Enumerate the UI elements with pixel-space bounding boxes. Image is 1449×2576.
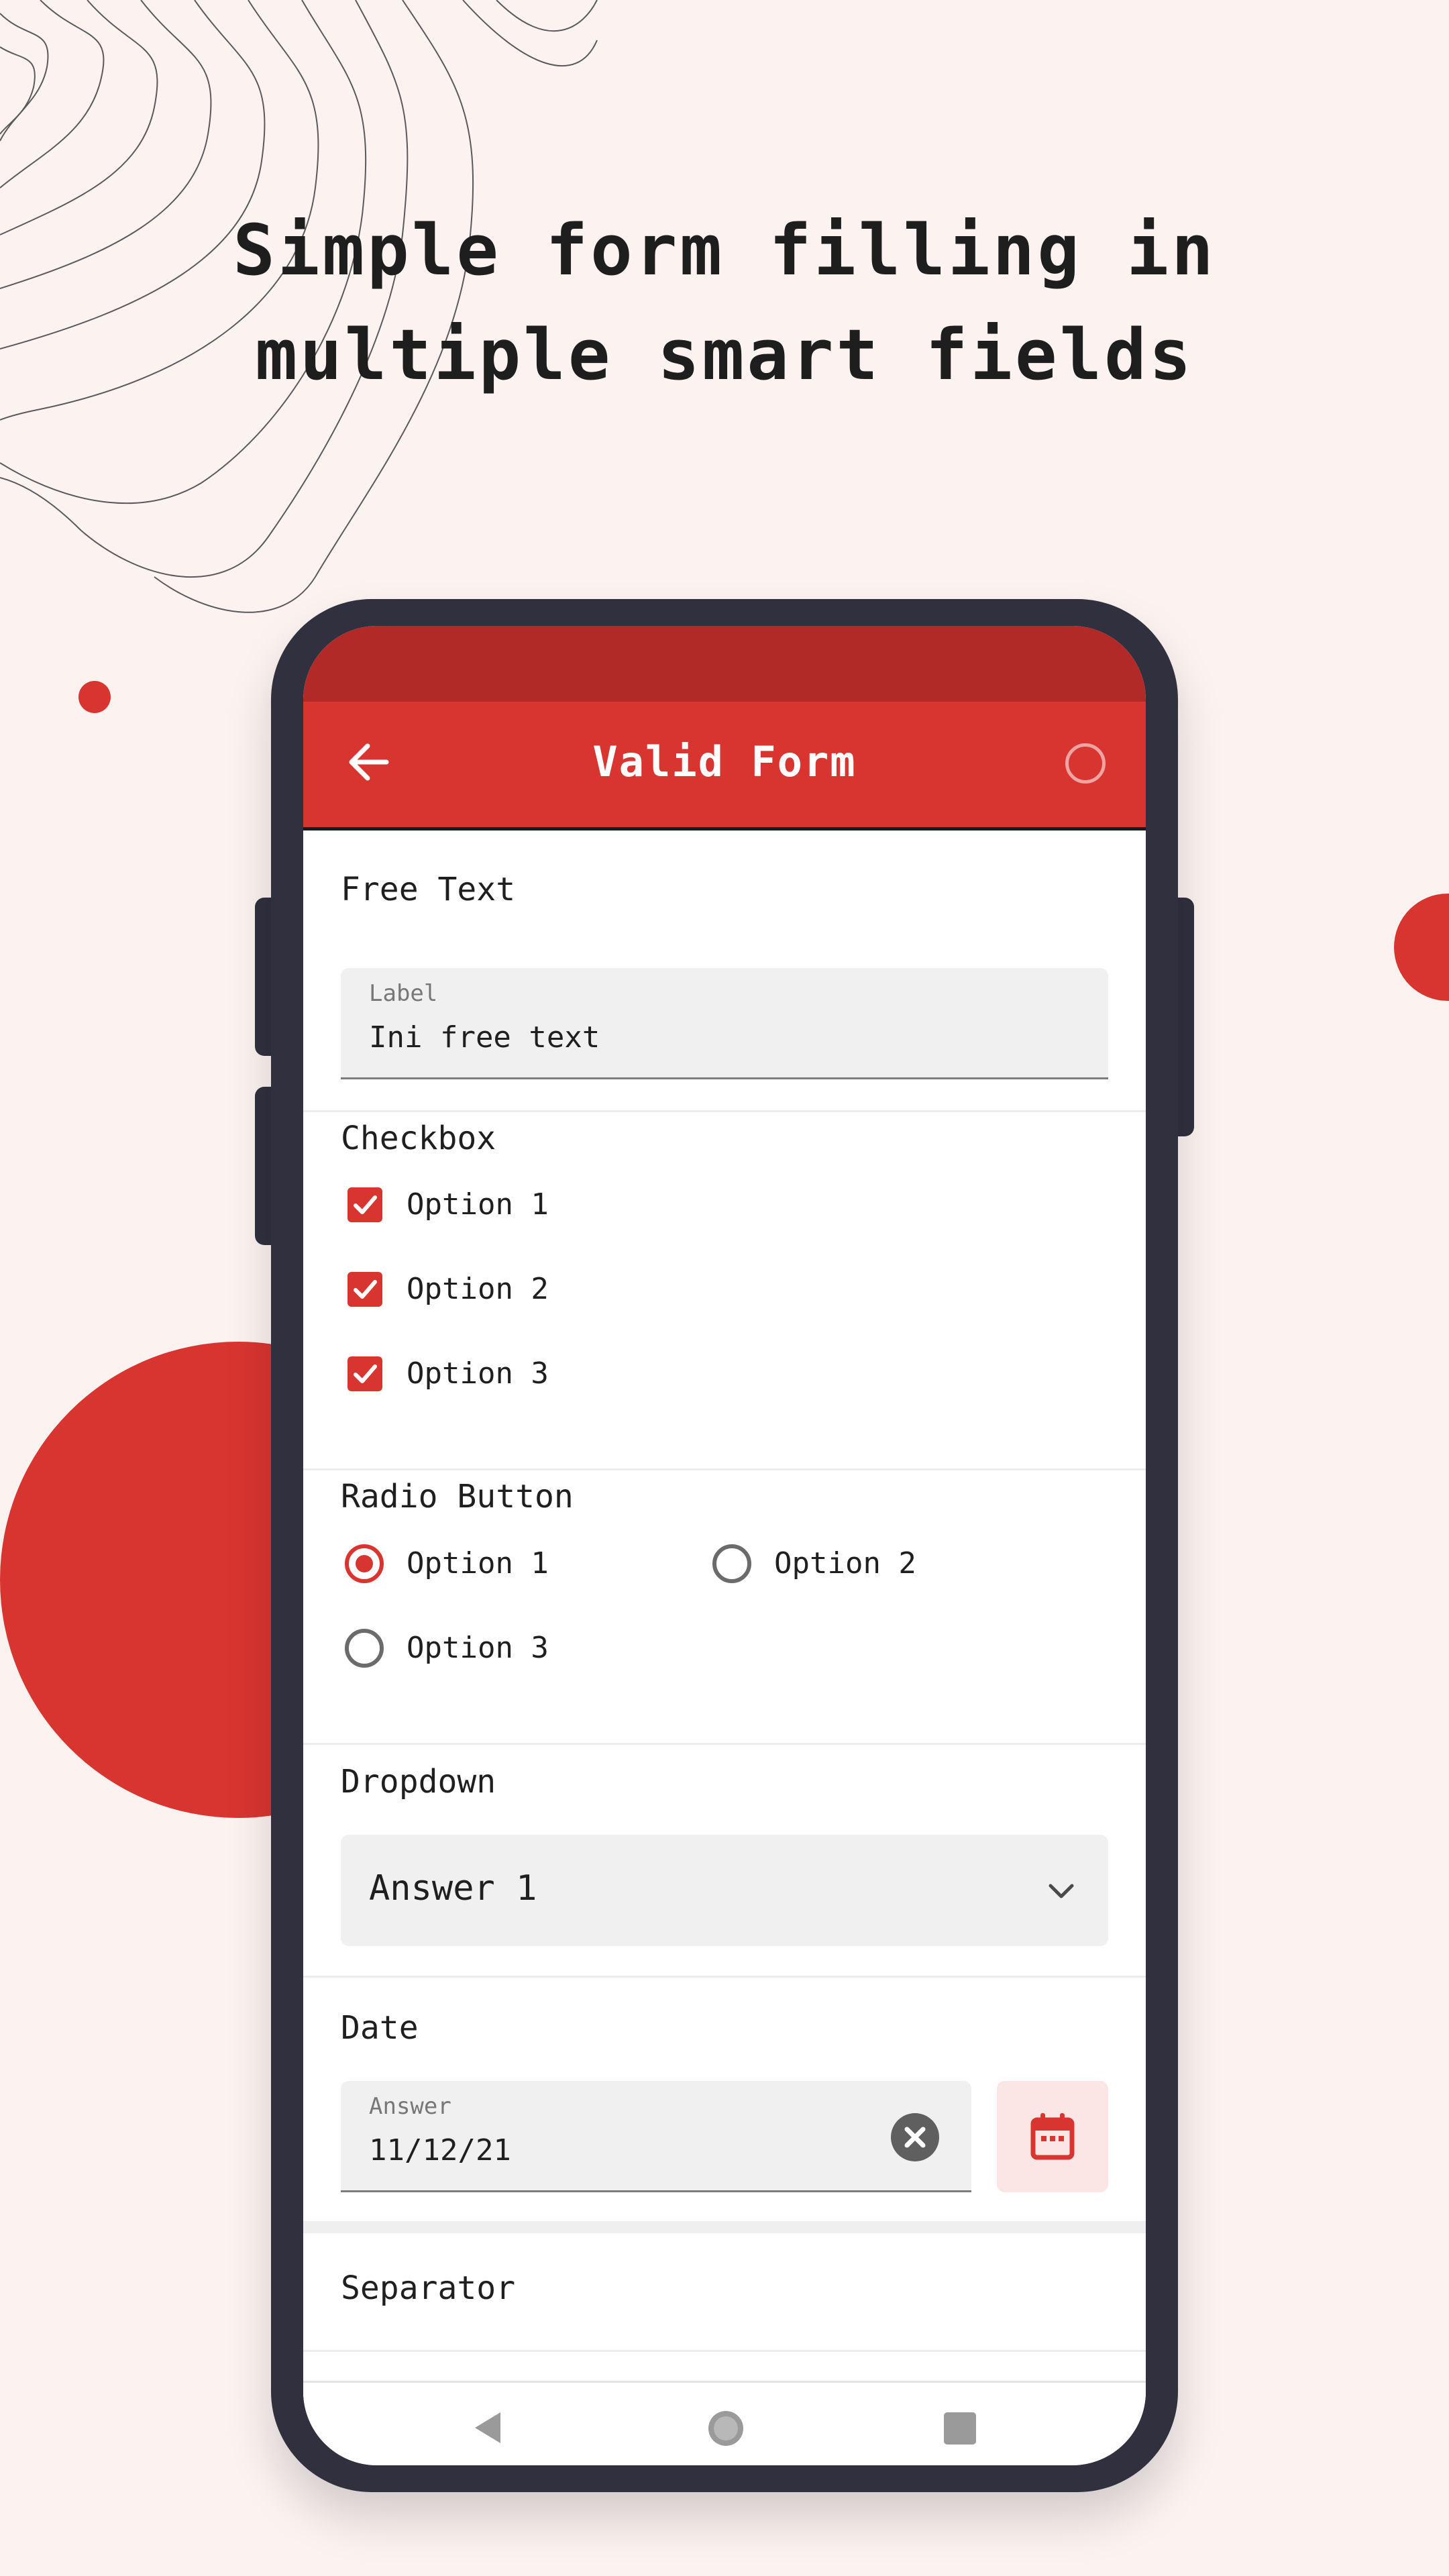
date-value: 11/12/21 [369, 2133, 511, 2167]
chevron-down-icon [1049, 1884, 1074, 1898]
status-bar [303, 626, 1146, 702]
divider [303, 1743, 1146, 1745]
checkbox-option-1[interactable] [347, 1187, 382, 1222]
clear-icon[interactable] [891, 2113, 939, 2161]
recents-square-icon[interactable] [944, 2412, 976, 2445]
check-icon [354, 1280, 377, 1299]
dropdown-title: Dropdown [341, 1763, 496, 1801]
back-triangle-icon[interactable] [471, 2410, 503, 2446]
free-text-label: Label [369, 980, 438, 1007]
date-label: Answer [369, 2093, 451, 2120]
checkbox-option-3[interactable] [347, 1356, 382, 1391]
radio-option-2-label: Option 2 [774, 1546, 916, 1580]
calendar-icon [1030, 2113, 1075, 2160]
radio-option-3[interactable] [345, 1629, 384, 1668]
radio-option-1[interactable] [345, 1544, 384, 1583]
free-text-field[interactable]: Label Ini free text [341, 968, 1108, 1079]
dropdown-value: Answer 1 [369, 1868, 537, 1909]
phone-frame: Valid Form Free Text Label Ini free text… [271, 599, 1178, 2492]
date-title: Date [341, 2009, 419, 2047]
headline-line-2: multiple smart fields [255, 314, 1194, 396]
checkbox-option-2-label: Option 2 [407, 1272, 549, 1306]
divider [303, 1976, 1146, 1978]
radio-option-2[interactable] [712, 1544, 751, 1583]
decorative-dot [78, 681, 111, 713]
separator-title: Separator [341, 2269, 516, 2307]
free-text-title: Free Text [341, 871, 516, 908]
radio-title: Radio Button [341, 1478, 574, 1515]
separator-line [303, 2350, 1146, 2352]
app-bar: Valid Form [303, 702, 1146, 830]
system-nav-bar [303, 2381, 1146, 2465]
divider [303, 1468, 1146, 1470]
calendar-button[interactable] [997, 2081, 1108, 2192]
radio-option-1-label: Option 1 [407, 1546, 549, 1580]
check-icon [354, 1364, 377, 1383]
free-text-value: Ini free text [369, 1020, 600, 1055]
radio-option-3-label: Option 3 [407, 1631, 549, 1665]
check-icon [354, 1195, 377, 1214]
headline-line-1: Simple form filling in [233, 209, 1216, 291]
checkbox-title: Checkbox [341, 1120, 496, 1157]
date-field[interactable]: Answer 11/12/21 [341, 2081, 971, 2192]
circle-outline-icon[interactable] [1065, 743, 1106, 784]
app-title: Valid Form [592, 737, 857, 786]
decorative-circle-right [1394, 894, 1449, 1001]
checkbox-option-2[interactable] [347, 1272, 382, 1307]
headline: Simple form filling in multiple smart fi… [0, 198, 1449, 407]
checkbox-option-3-label: Option 3 [407, 1356, 549, 1391]
checkbox-option-1-label: Option 1 [407, 1187, 549, 1222]
section-gap [303, 2221, 1146, 2233]
divider [303, 1110, 1146, 1112]
phone-screen: Valid Form Free Text Label Ini free text… [303, 626, 1146, 2465]
home-circle-icon[interactable] [708, 2411, 743, 2446]
dropdown-select[interactable]: Answer 1 [341, 1835, 1108, 1946]
